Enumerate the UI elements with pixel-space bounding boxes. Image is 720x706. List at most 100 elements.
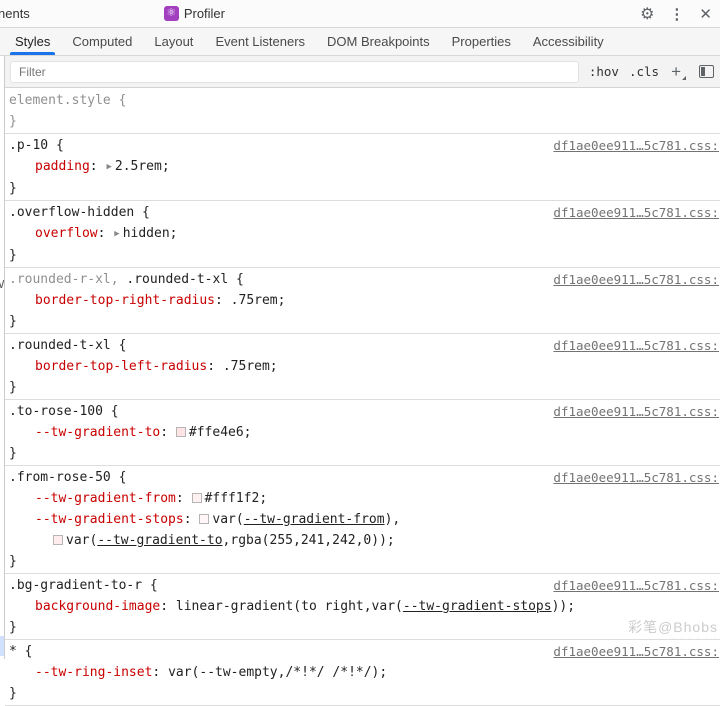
styles-subtab-bar: StylesComputedLayoutEvent ListenersDOM B… xyxy=(0,28,720,56)
subtab-dom-breakpoints[interactable]: DOM Breakpoints xyxy=(316,28,441,55)
css-variable-link[interactable]: --tw-gradient-from xyxy=(244,512,385,527)
property-name[interactable]: padding xyxy=(35,159,90,174)
open-brace: { xyxy=(111,338,127,353)
colon: : xyxy=(184,512,200,527)
rule-header: df1ae0ee911…5c781.css: .from-rose-50 { xyxy=(9,467,718,488)
property-name[interactable]: --tw-gradient-from xyxy=(35,491,176,506)
close-brace: } xyxy=(9,181,17,196)
property-value[interactable]: linear-gradient(to right,var( xyxy=(176,599,403,614)
color-swatch[interactable] xyxy=(192,493,202,503)
open-brace: { xyxy=(134,205,150,220)
rule-selector[interactable]: .rounded-r-xl, xyxy=(9,272,119,287)
close-icon[interactable]: ✕ xyxy=(699,5,712,23)
react-profiler-icon: ⚛ xyxy=(164,6,179,21)
colon: : xyxy=(215,293,231,308)
topbar-actions: ⚙ ⋮ ✕ xyxy=(640,4,720,24)
property-name[interactable]: --tw-ring-inset xyxy=(35,665,152,680)
css-rule: df1ae0ee911…5c781.css: .overflow-hidden {… xyxy=(5,201,720,268)
colon: : xyxy=(176,491,192,506)
property-name[interactable]: border-top-left-radius xyxy=(35,359,207,374)
tab-profiler[interactable]: ⚛ Profiler xyxy=(164,6,225,21)
more-options-icon[interactable]: ⋮ xyxy=(669,5,684,23)
open-brace: { xyxy=(103,404,119,419)
property-value[interactable]: ), xyxy=(385,512,401,527)
close-brace: } xyxy=(9,114,17,129)
close-brace: } xyxy=(9,446,17,461)
color-swatch[interactable] xyxy=(176,427,186,437)
property-value[interactable]: ,rgba(255,241,242,0)); xyxy=(223,533,395,548)
expand-shorthand-icon[interactable]: ▶ xyxy=(105,162,114,172)
property-value[interactable]: #fff1f2; xyxy=(205,491,268,506)
source-link[interactable]: df1ae0ee911…5c781.css: xyxy=(553,269,719,290)
source-link[interactable]: df1ae0ee911…5c781.css: xyxy=(553,401,719,422)
property-value[interactable]: .75rem; xyxy=(223,359,278,374)
property-name[interactable]: border-top-right-radius xyxy=(35,293,215,308)
close-brace: } xyxy=(9,314,17,329)
css-variable-link[interactable]: --tw-gradient-to xyxy=(97,533,222,548)
toggle-element-classes-button[interactable]: .cls xyxy=(629,64,659,79)
new-style-rule-button[interactable]: + xyxy=(671,63,681,80)
subtab-accessibility[interactable]: Accessibility xyxy=(522,28,615,55)
declaration-line: --tw-ring-inset: var(--tw-empty,/*!*/ /*… xyxy=(9,662,718,683)
source-link[interactable]: df1ae0ee911…5c781.css: xyxy=(553,135,719,156)
css-rule: df1ae0ee911…5c781.css: .rounded-t-xl { bor… xyxy=(5,334,720,400)
sidebar-layout-icon[interactable] xyxy=(699,65,714,78)
property-name[interactable]: background-image xyxy=(35,599,160,614)
subtab-computed[interactable]: Computed xyxy=(61,28,143,55)
expand-shorthand-icon[interactable]: ▶ xyxy=(113,229,122,239)
settings-gear-icon[interactable]: ⚙ xyxy=(640,4,654,24)
rule-selector[interactable]: .to-rose-100 xyxy=(9,404,103,419)
css-rule: df1ae0ee911…5c781.css:* {--tw-ring-inset… xyxy=(5,640,720,706)
source-link[interactable]: df1ae0ee911…5c781.css: xyxy=(553,335,719,356)
css-rule: df1ae0ee911…5c781.css: .to-rose-100 { --tw… xyxy=(5,400,720,466)
property-value[interactable]: )); xyxy=(552,599,575,614)
close-brace: } xyxy=(9,620,17,635)
rule-header: df1ae0ee911…5c781.css:.bg-gradient-to-r … xyxy=(9,575,718,596)
rule-selector[interactable]: .overflow-hidden xyxy=(9,205,134,220)
styles-filter-input[interactable] xyxy=(10,61,579,83)
colon: : xyxy=(160,599,176,614)
tab-components-partial[interactable]: nents xyxy=(0,6,44,21)
rule-selector[interactable]: element.style xyxy=(9,93,111,108)
property-value[interactable]: hidden; xyxy=(123,226,178,241)
property-value[interactable]: var(--tw-empty,/*!*/ /*!*/); xyxy=(168,665,387,680)
property-name[interactable]: overflow xyxy=(35,226,98,241)
css-rules-list: element.style {}df1ae0ee911…5c781.css:.p… xyxy=(5,88,720,706)
colon: : xyxy=(160,425,176,440)
color-swatch[interactable] xyxy=(199,514,209,524)
source-link[interactable]: df1ae0ee911…5c781.css: xyxy=(553,575,719,596)
rule-selector[interactable]: .rounded-t-xl xyxy=(119,272,229,287)
source-link[interactable]: df1ae0ee911…5c781.css: xyxy=(553,202,719,223)
devtools-panel: nents ⚛ Profiler ⚙ ⋮ ✕ StylesComputedLay… xyxy=(0,0,720,659)
property-value[interactable]: 2.5rem; xyxy=(115,159,170,174)
property-value[interactable]: var( xyxy=(212,512,243,527)
property-value[interactable]: .75rem; xyxy=(231,293,286,308)
property-value[interactable]: #ffe4e6; xyxy=(189,425,252,440)
css-variable-link[interactable]: --tw-gradient-stops xyxy=(403,599,552,614)
rule-header: df1ae0ee911…5c781.css: .rounded-t-xl { xyxy=(9,335,718,356)
subtab-layout[interactable]: Layout xyxy=(143,28,204,55)
source-link[interactable]: df1ae0ee911…5c781.css: xyxy=(553,467,719,488)
css-rule: df1ae0ee911…5c781.css:.p-10 {padding: ▶2… xyxy=(5,134,720,201)
colon: : xyxy=(98,226,114,241)
open-brace: { xyxy=(111,470,127,485)
rule-header: df1ae0ee911…5c781.css:.p-10 { xyxy=(9,135,718,156)
tab-profiler-label: Profiler xyxy=(184,6,225,21)
rule-selector[interactable]: .rounded-t-xl xyxy=(9,338,111,353)
subtab-event-listeners[interactable]: Event Listeners xyxy=(204,28,316,55)
color-swatch[interactable] xyxy=(53,535,63,545)
property-name[interactable]: --tw-gradient-to xyxy=(35,425,160,440)
declaration-line: border-top-right-radius: .75rem; xyxy=(9,290,718,311)
rule-selector[interactable]: .bg-gradient-to-r xyxy=(9,578,142,593)
rule-selector[interactable]: * xyxy=(9,644,17,659)
rule-selector[interactable]: .from-rose-50 xyxy=(9,470,111,485)
toggle-hover-state-button[interactable]: :hov xyxy=(589,64,619,79)
close-brace: } xyxy=(9,248,17,263)
subtab-styles[interactable]: Styles xyxy=(4,28,61,55)
rule-selector[interactable]: .p-10 xyxy=(9,138,48,153)
close-brace: } xyxy=(9,686,17,701)
property-value[interactable]: var( xyxy=(66,533,97,548)
subtab-properties[interactable]: Properties xyxy=(441,28,522,55)
property-name[interactable]: --tw-gradient-stops xyxy=(35,512,184,527)
css-rule: element.style {} xyxy=(5,89,720,134)
